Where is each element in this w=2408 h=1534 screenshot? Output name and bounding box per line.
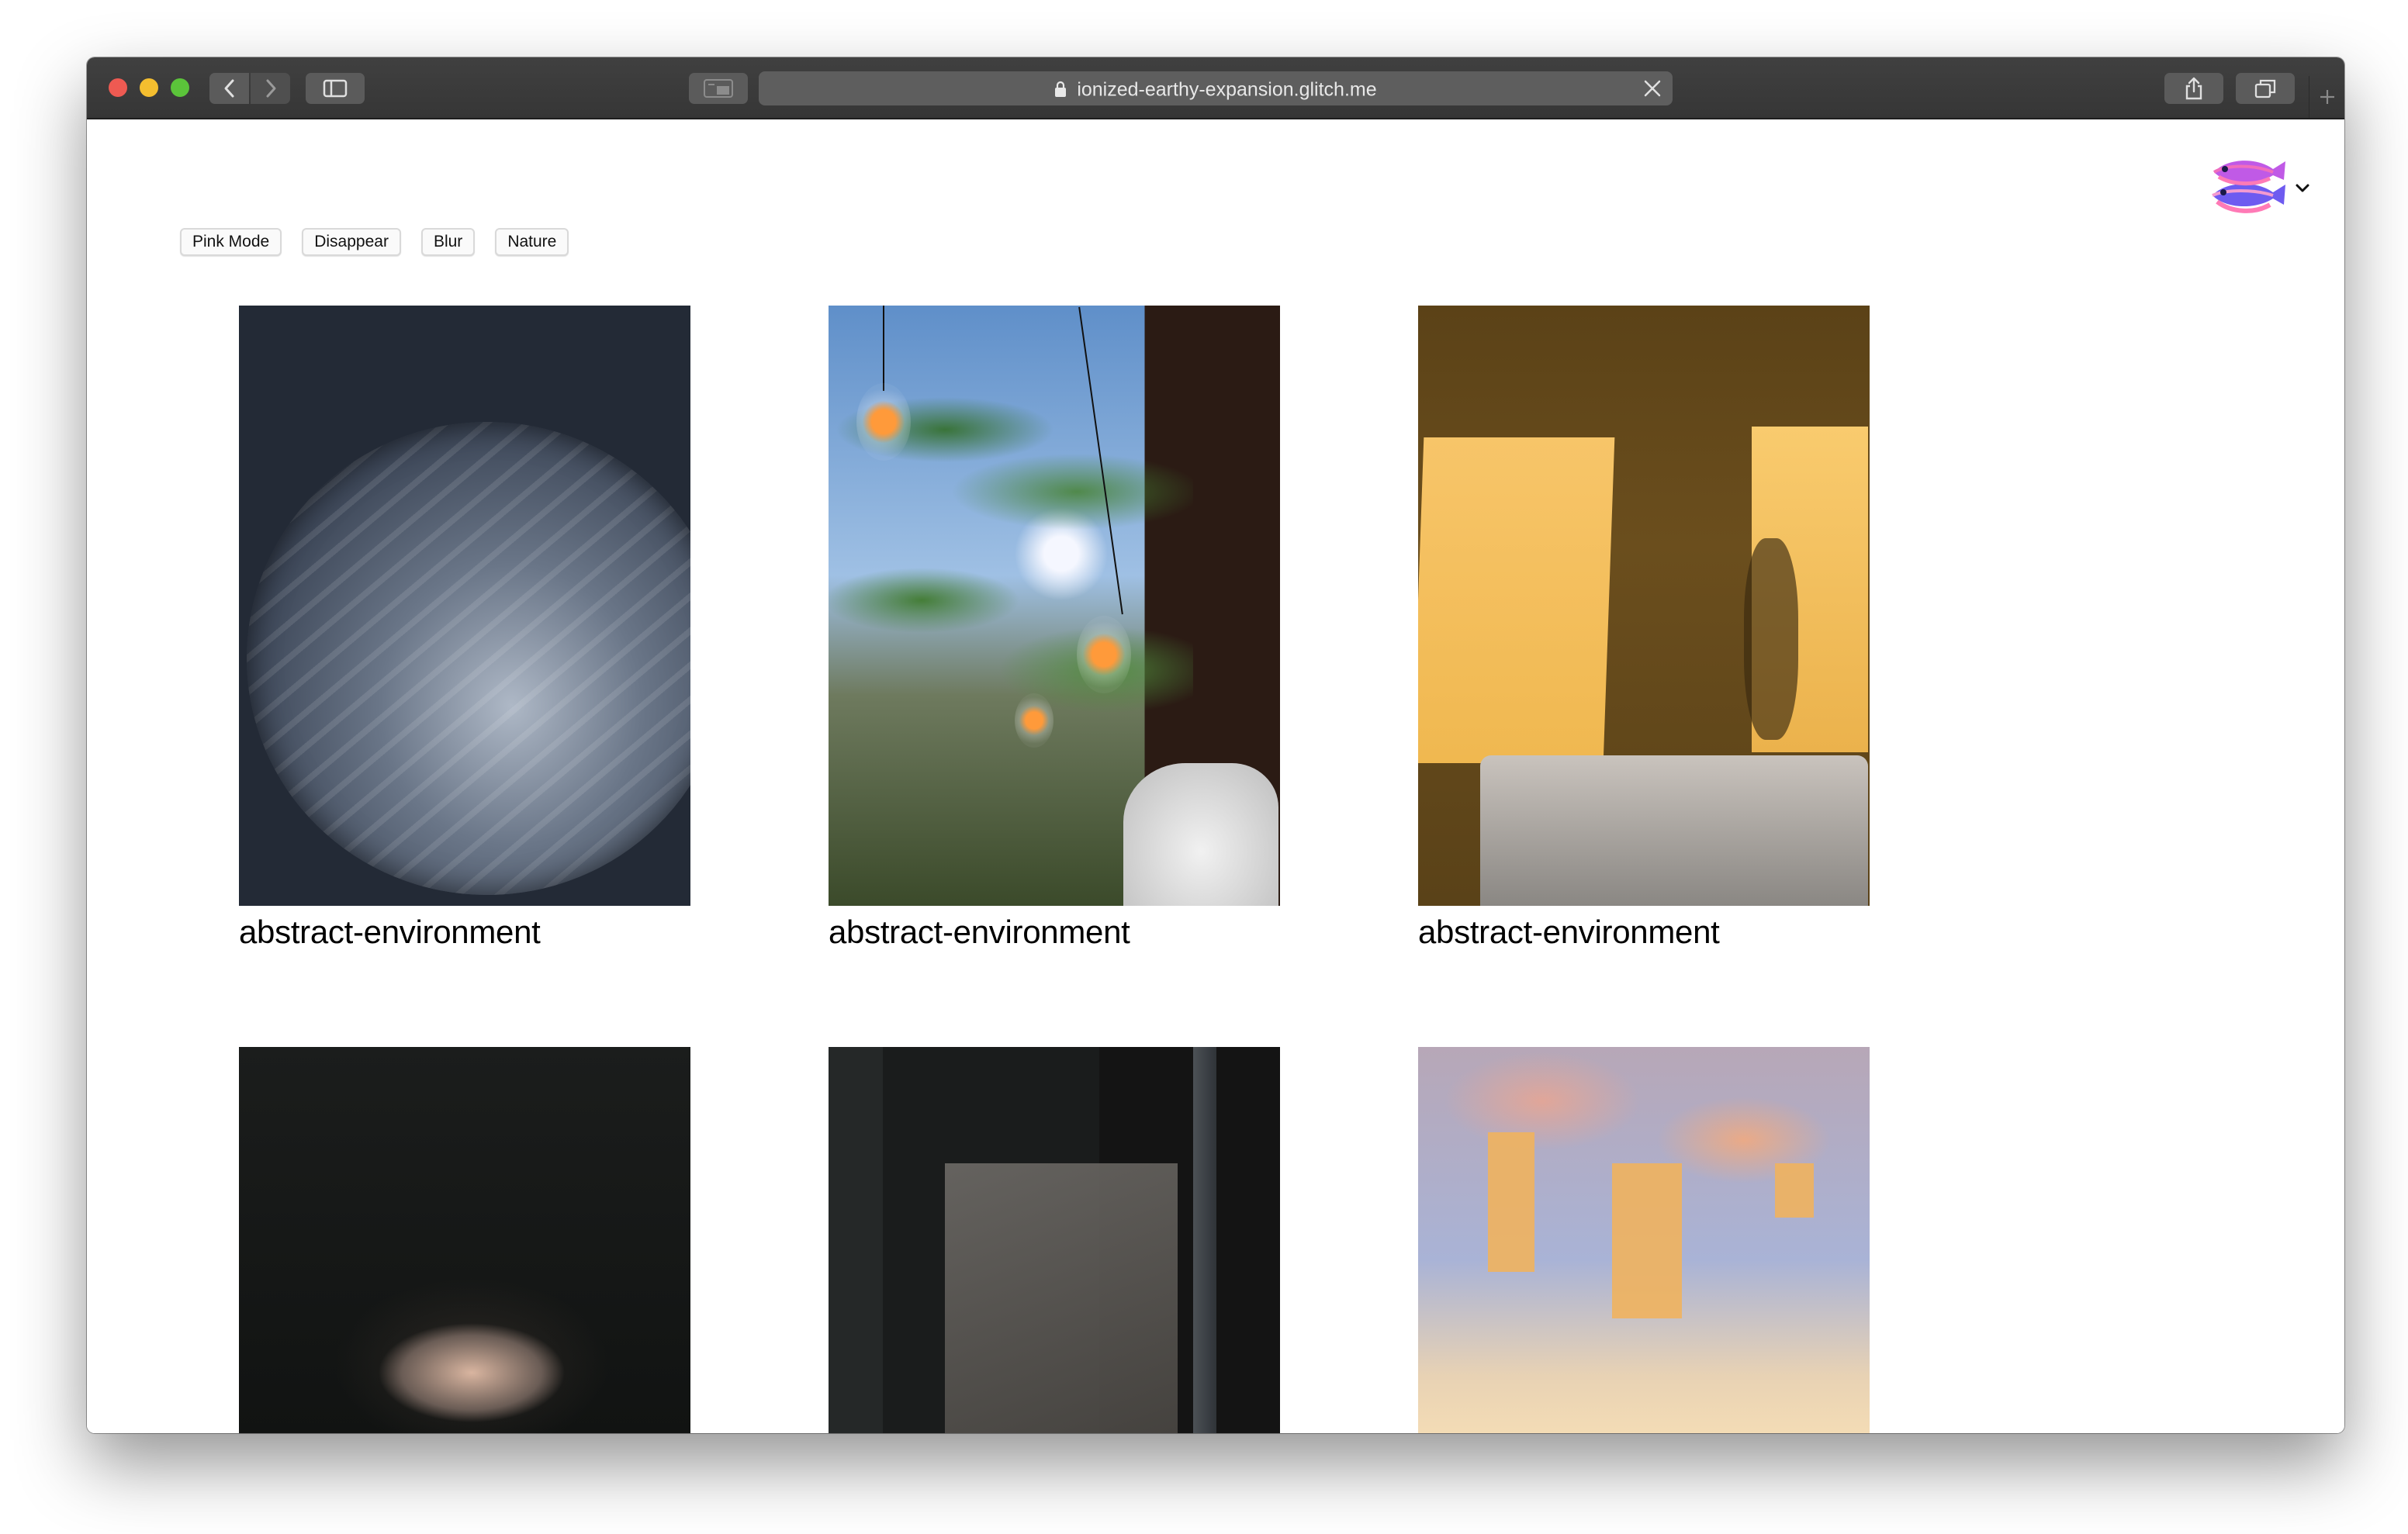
gallery-card[interactable]: abstract-environment (239, 306, 690, 957)
account-menu-toggle[interactable] (2295, 183, 2310, 198)
gallery-photo[interactable] (239, 1047, 690, 1433)
chevron-left-icon (224, 79, 234, 98)
chevron-right-icon (266, 79, 275, 98)
gallery-photo[interactable] (1418, 306, 1870, 906)
browser-window: ionized-earthy-expansion.glitch.me Pink … (87, 57, 2344, 1433)
photo-detail (1480, 755, 1868, 906)
tabs-icon (2254, 79, 2276, 98)
blur-button[interactable]: Blur (420, 228, 476, 256)
show-tabs-button[interactable] (2236, 73, 2295, 104)
chevron-down-icon (2296, 184, 2309, 192)
gallery-photo[interactable] (829, 1047, 1280, 1433)
gallery-card[interactable] (239, 1047, 690, 1433)
share-button[interactable] (2164, 73, 2223, 104)
gallery-caption: abstract-environment (829, 914, 1130, 950)
gallery-photo[interactable] (239, 306, 690, 906)
nature-button[interactable]: Nature (495, 228, 569, 256)
photo-detail (883, 306, 884, 391)
glitch-logo[interactable] (2208, 154, 2289, 223)
photo-detail (1488, 1132, 1534, 1272)
gallery-caption: abstract-environment (1418, 914, 1720, 950)
forward-button[interactable] (251, 73, 290, 104)
minimize-window-button[interactable] (140, 78, 158, 97)
gallery-photo[interactable] (829, 306, 1280, 906)
gallery-card[interactable]: abstract-environment (829, 306, 1280, 957)
stop-loading-button[interactable] (1643, 79, 1662, 102)
new-tab-button[interactable] (2309, 76, 2344, 118)
photo-detail (945, 1163, 1178, 1433)
disappear-button[interactable]: Disappear (302, 228, 401, 256)
nav-buttons (209, 73, 290, 104)
photo-detail (1015, 693, 1054, 748)
url-text: ionized-earthy-expansion.glitch.me (1077, 78, 1377, 101)
photo-detail (1612, 1163, 1682, 1318)
gallery-photo[interactable] (1418, 1047, 1870, 1433)
photo-detail (856, 383, 911, 461)
share-icon (2185, 77, 2202, 100)
gallery-card[interactable]: abstract-environment (1418, 306, 1870, 957)
fish-logo-icon (2212, 161, 2285, 213)
photo-detail (1193, 1047, 1216, 1433)
url-display: ionized-earthy-expansion.glitch.me (759, 71, 1673, 105)
address-bar[interactable]: ionized-earthy-expansion.glitch.me (759, 71, 1673, 105)
plus-icon (2320, 90, 2334, 104)
photo-detail (1123, 763, 1278, 906)
lock-icon (1055, 81, 1067, 98)
page-content: Pink Mode Disappear Blur Nature abstract… (87, 119, 2344, 1433)
pink-mode-button[interactable]: Pink Mode (180, 228, 282, 256)
photo-detail (1744, 538, 1798, 740)
photo-detail (1775, 1163, 1814, 1218)
gallery-card[interactable] (829, 1047, 1280, 1433)
close-window-button[interactable] (109, 78, 127, 97)
photo-detail (1077, 616, 1131, 693)
filter-controls: Pink Mode Disappear Blur Nature (180, 228, 569, 256)
gallery-card[interactable] (1418, 1047, 1870, 1433)
sidebar-icon (323, 79, 348, 98)
sidebar-button[interactable] (306, 73, 365, 104)
zoom-window-button[interactable] (171, 78, 189, 97)
reader-button[interactable] (689, 73, 748, 104)
close-icon (1644, 80, 1661, 97)
photo-detail (1418, 437, 1615, 763)
back-button[interactable] (209, 73, 249, 104)
gallery-caption: abstract-environment (239, 914, 541, 950)
reader-icon (704, 79, 733, 98)
photo-detail (247, 422, 690, 895)
browser-titlebar: ionized-earthy-expansion.glitch.me (87, 57, 2344, 119)
